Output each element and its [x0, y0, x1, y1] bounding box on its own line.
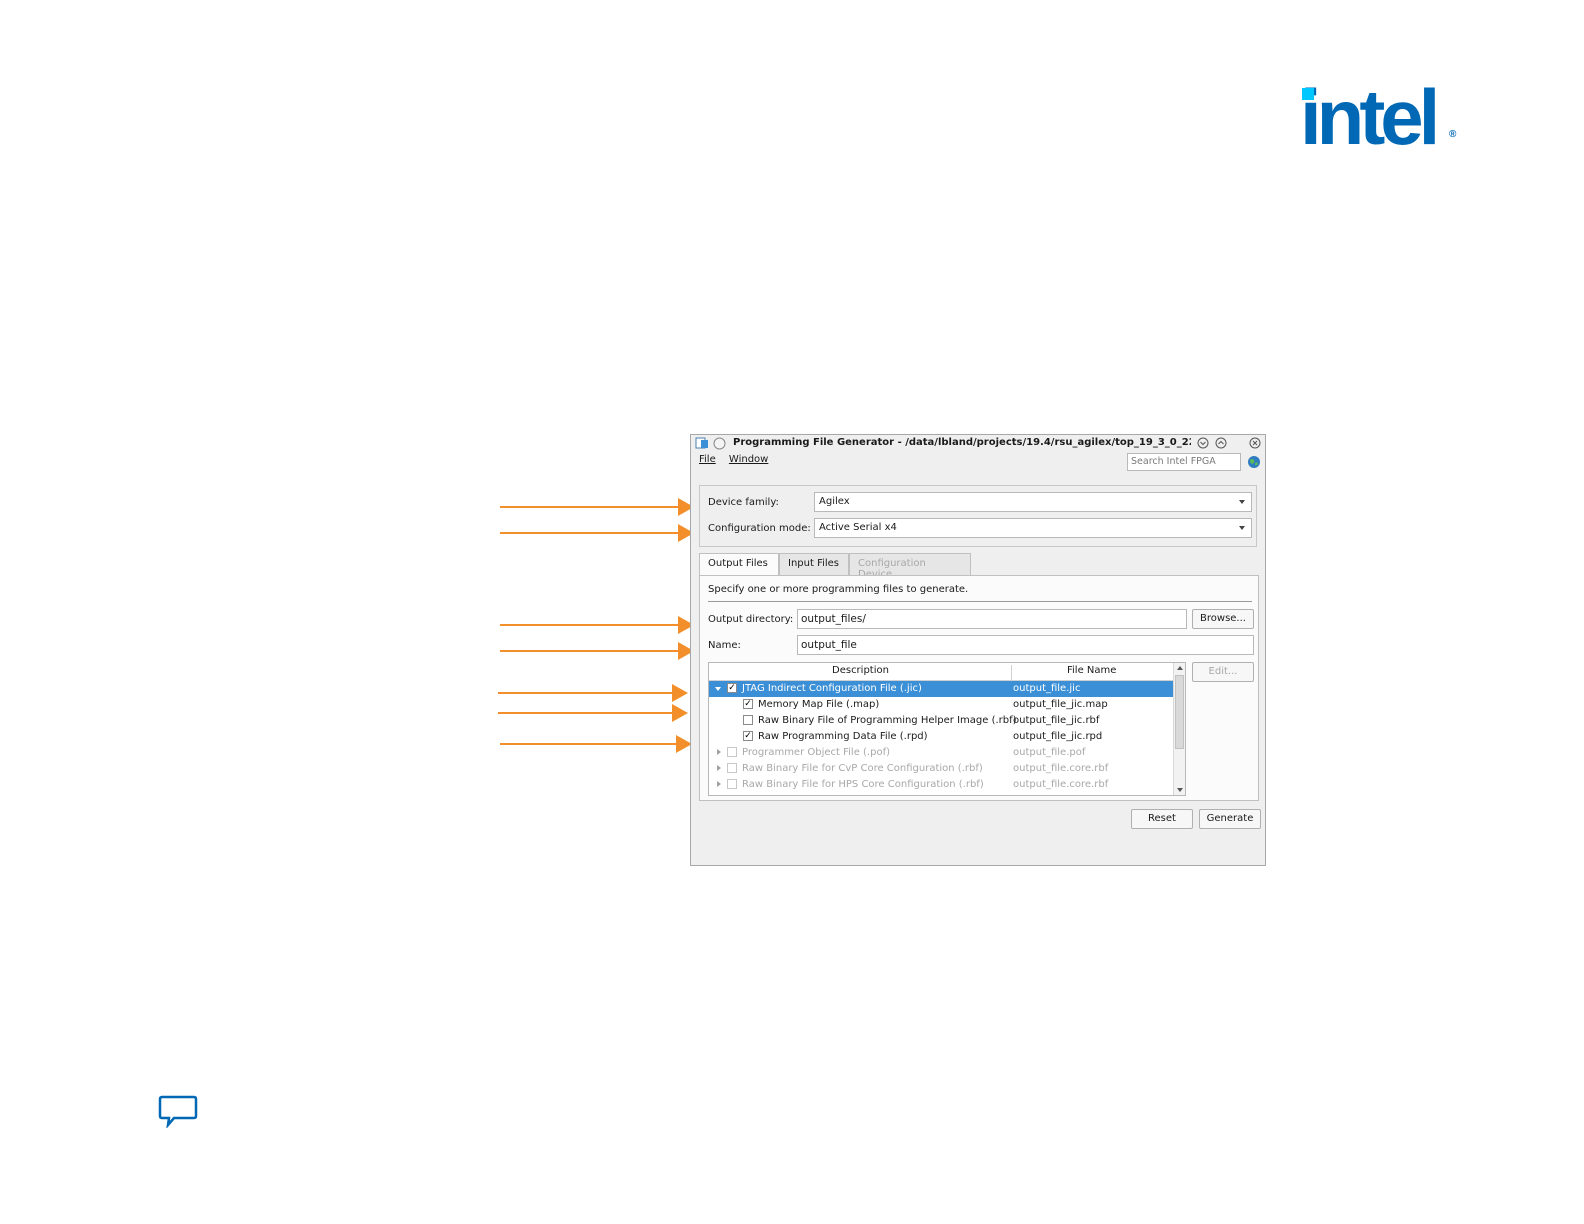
device-family-select[interactable]: Agilex — [814, 492, 1252, 512]
minimize-icon[interactable] — [1197, 437, 1209, 449]
tree-row-cvp-rbf[interactable]: Raw Binary File for CvP Core Configurati… — [709, 761, 1173, 777]
checkbox-map[interactable]: ✓ — [743, 699, 753, 709]
search-input[interactable]: Search Intel FPGA — [1127, 453, 1241, 471]
maximize-icon[interactable] — [1215, 437, 1227, 449]
column-separator — [1011, 665, 1012, 682]
menu-bar: File Window — [699, 454, 778, 465]
config-mode-select[interactable]: Active Serial x4 — [814, 518, 1252, 538]
output-directory-input[interactable]: output_files/ — [797, 609, 1187, 629]
title-bar: Programming File Generator - /data/lblan… — [691, 435, 1265, 451]
annotation-arrow-device-family — [500, 498, 694, 516]
device-family-label: Device family: — [708, 497, 779, 508]
expand-right-icon[interactable] — [717, 749, 721, 755]
menu-file[interactable]: File — [699, 454, 716, 465]
tab-output-files[interactable]: Output Files — [699, 553, 779, 577]
tree-row-pof[interactable]: Programmer Object File (.pof) output_fil… — [709, 745, 1173, 761]
scroll-up-icon[interactable] — [1176, 665, 1184, 671]
column-file-name[interactable]: File Name — [1067, 665, 1116, 676]
row-description: JTAG Indirect Configuration File (.jic) — [742, 683, 922, 694]
scrollbar-thumb[interactable] — [1175, 675, 1184, 749]
close-icon[interactable] — [1249, 437, 1261, 449]
row-description: Raw Binary File for HPS Core Configurati… — [742, 779, 984, 790]
tree-row-jic[interactable]: ✓ JTAG Indirect Configuration File (.jic… — [709, 681, 1173, 697]
reset-button[interactable]: Reset — [1131, 809, 1193, 829]
scroll-down-icon[interactable] — [1176, 787, 1184, 793]
browse-button[interactable]: Browse... — [1192, 609, 1254, 629]
vertical-scrollbar[interactable] — [1173, 663, 1185, 795]
tree-row-rpd[interactable]: ✓ Raw Programming Data File (.rpd) outpu… — [709, 729, 1173, 745]
row-description: Raw Binary File of Programming Helper Im… — [758, 715, 1017, 726]
row-file-name: output_file_jic.map — [1013, 699, 1108, 710]
row-file-name: output_file.core.rbf — [1013, 779, 1109, 790]
checkbox-rpd[interactable]: ✓ — [743, 731, 753, 741]
annotation-arrow-map — [498, 704, 688, 722]
annotation-arrow-rpd — [500, 735, 692, 753]
logo-dot — [1302, 88, 1314, 100]
device-family-value: Agilex — [819, 496, 850, 507]
checkbox-helper-rbf[interactable] — [743, 715, 753, 725]
config-mode-value: Active Serial x4 — [819, 522, 897, 533]
globe-icon[interactable] — [1247, 455, 1261, 469]
instruction-text: Specify one or more programming files to… — [708, 584, 969, 595]
menu-window[interactable]: Window — [729, 454, 768, 465]
name-label: Name: — [708, 640, 741, 651]
logo-text: intel — [1300, 73, 1440, 161]
tab-configuration-device: Configuration Device — [849, 553, 971, 580]
name-input[interactable]: output_file — [797, 635, 1254, 655]
tab-input-files[interactable]: Input Files — [779, 553, 849, 575]
config-mode-label: Configuration mode: — [708, 523, 811, 534]
row-description: Raw Programming Data File (.rpd) — [758, 731, 928, 742]
programming-file-generator-window: Programming File Generator - /data/lblan… — [690, 434, 1266, 866]
tree-row-map[interactable]: ✓ Memory Map File (.map) output_file_jic… — [709, 697, 1173, 713]
tree-row-helper-rbf[interactable]: Raw Binary File of Programming Helper Im… — [709, 713, 1173, 729]
expand-down-icon[interactable] — [715, 687, 721, 691]
edit-button: Edit... — [1192, 662, 1254, 682]
output-files-panel: Specify one or more programming files to… — [699, 575, 1259, 801]
generate-button[interactable]: Generate — [1199, 809, 1261, 829]
window-title: Programming File Generator - /data/lblan… — [733, 437, 1191, 448]
row-description: Raw Binary File for CvP Core Configurati… — [742, 763, 983, 774]
expand-right-icon[interactable] — [717, 781, 721, 787]
output-directory-label: Output directory: — [708, 614, 794, 625]
intel-logo: intel ® — [1300, 78, 1460, 156]
annotation-arrow-config-mode — [500, 524, 694, 542]
expand-right-icon[interactable] — [717, 765, 721, 771]
tree-header: Description File Name — [709, 663, 1173, 682]
annotation-arrow-jic — [498, 684, 688, 702]
chat-bubble-icon[interactable] — [158, 1094, 198, 1128]
window-menu-icon[interactable] — [713, 437, 726, 450]
checkbox-cvp-rbf[interactable] — [727, 763, 737, 773]
row-file-name: output_file.jic — [1013, 683, 1081, 694]
checkbox-hps-rbf[interactable] — [727, 779, 737, 789]
row-description: Memory Map File (.map) — [758, 699, 880, 710]
row-file-name: output_file.pof — [1013, 747, 1086, 758]
chevron-down-icon — [1239, 500, 1245, 504]
row-file-name: output_file.core.rbf — [1013, 763, 1109, 774]
registered-mark: ® — [1449, 129, 1457, 140]
column-description[interactable]: Description — [832, 665, 889, 676]
row-file-name: output_file_jic.rbf — [1013, 715, 1100, 726]
checkbox-jic[interactable]: ✓ — [727, 683, 737, 693]
app-icon — [695, 437, 708, 449]
checkbox-pof[interactable] — [727, 747, 737, 757]
row-file-name: output_file_jic.rpd — [1013, 731, 1103, 742]
tree-row-hps-rbf[interactable]: Raw Binary File for HPS Core Configurati… — [709, 777, 1173, 793]
annotation-arrow-output-directory — [500, 616, 694, 634]
output-files-tree: Description File Name ✓ JTAG Indirect Co… — [708, 662, 1186, 796]
chevron-down-icon — [1239, 526, 1245, 530]
divider — [708, 601, 1252, 602]
row-description: Programmer Object File (.pof) — [742, 747, 891, 758]
annotation-arrow-name — [500, 642, 694, 660]
device-settings-group: Device family: Agilex Configuration mode… — [699, 485, 1257, 547]
